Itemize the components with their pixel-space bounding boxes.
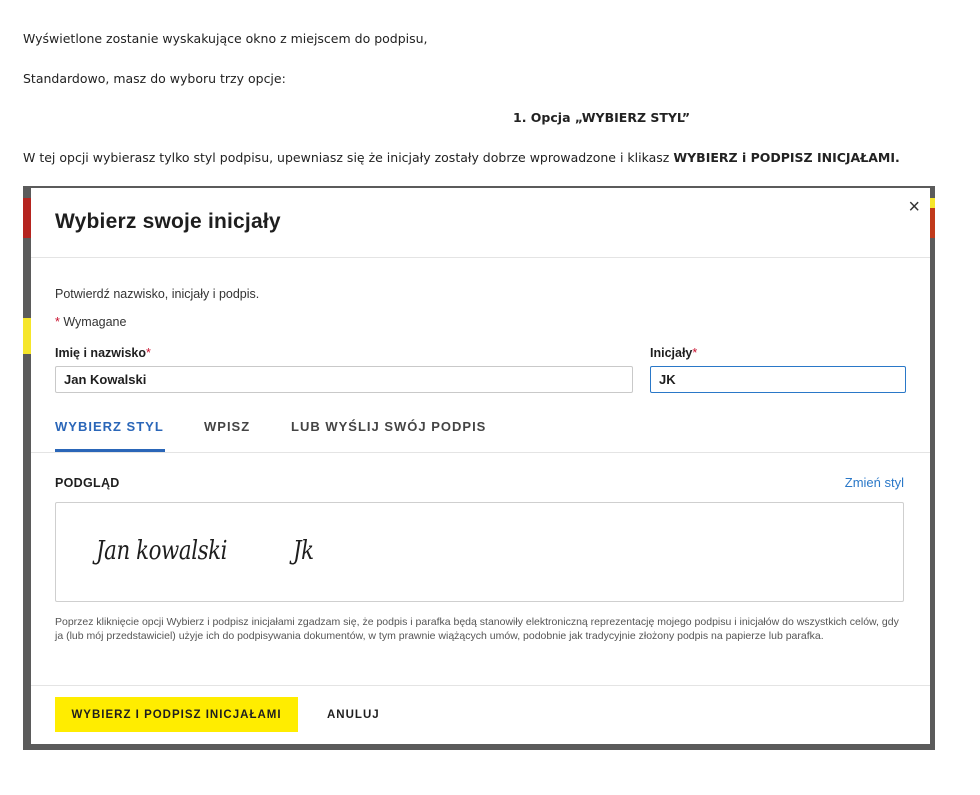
full-name-input[interactable] (55, 366, 633, 393)
initials-dialog: Wybierz swoje inicjały × Potwierdź nazwi… (31, 188, 930, 744)
initials-input[interactable] (650, 366, 906, 393)
select-and-sign-button[interactable]: WYBIERZ I PODPISZ INICJAŁAMI (55, 697, 298, 732)
article-heading-option-1: 1. Opcja „WYBIERZ STYL” (513, 110, 691, 125)
cancel-button[interactable]: ANULUJ (317, 697, 390, 732)
header-divider (31, 257, 930, 258)
initials-required-star: * (692, 346, 698, 360)
backdrop-yellow-strip-right (930, 198, 935, 208)
close-icon[interactable]: × (908, 196, 920, 219)
initials-label-text: Inicjały (650, 346, 693, 360)
tab-choose-style[interactable]: WYBIERZ STYL (55, 419, 164, 434)
tab-type[interactable]: WPISZ (204, 419, 250, 434)
required-note: * Wymagane (55, 315, 126, 329)
initials-label: Inicjały* (650, 346, 697, 360)
confirm-instruction: Potwierdź nazwisko, inicjały i podpis. (55, 287, 260, 301)
dialog-title: Wybierz swoje inicjały (55, 210, 281, 233)
article-paragraph-intro: Wyświetlone zostanie wyskakujące okno z … (23, 31, 428, 46)
tabs-divider (31, 452, 930, 453)
change-style-link[interactable]: Zmień styl (845, 475, 904, 490)
name-label: Imię i nazwisko* (55, 346, 151, 360)
required-text: Wymagane (59, 315, 127, 329)
article-paragraph-instructions: W tej opcji wybierasz tylko styl podpisu… (23, 150, 900, 165)
article-paragraph-options: Standardowo, masz do wyboru trzy opcje: (23, 71, 286, 86)
backdrop-red-strip (23, 198, 31, 238)
instructions-bold: WYBIERZ i PODPISZ INICJAŁAMI. (673, 150, 900, 165)
legal-consent-text: Poprzez kliknięcie opcji Wybierz i podpi… (55, 616, 899, 642)
instructions-text: W tej opcji wybierasz tylko styl podpisu… (23, 150, 674, 165)
preview-label: PODGLĄD (55, 476, 120, 490)
footer-divider (31, 685, 930, 686)
signature-initials: Jk (293, 536, 314, 566)
name-label-text: Imię i nazwisko (55, 346, 147, 360)
backdrop-yellow-strip (23, 318, 31, 354)
tab-upload-signature[interactable]: LUB WYŚLIJ SWÓJ PODPIS (291, 419, 486, 434)
signature-name: Jan kowalski (96, 536, 228, 566)
signature-preview-box: Jan kowalski Jk (55, 502, 904, 602)
name-required-star: * (146, 346, 151, 360)
